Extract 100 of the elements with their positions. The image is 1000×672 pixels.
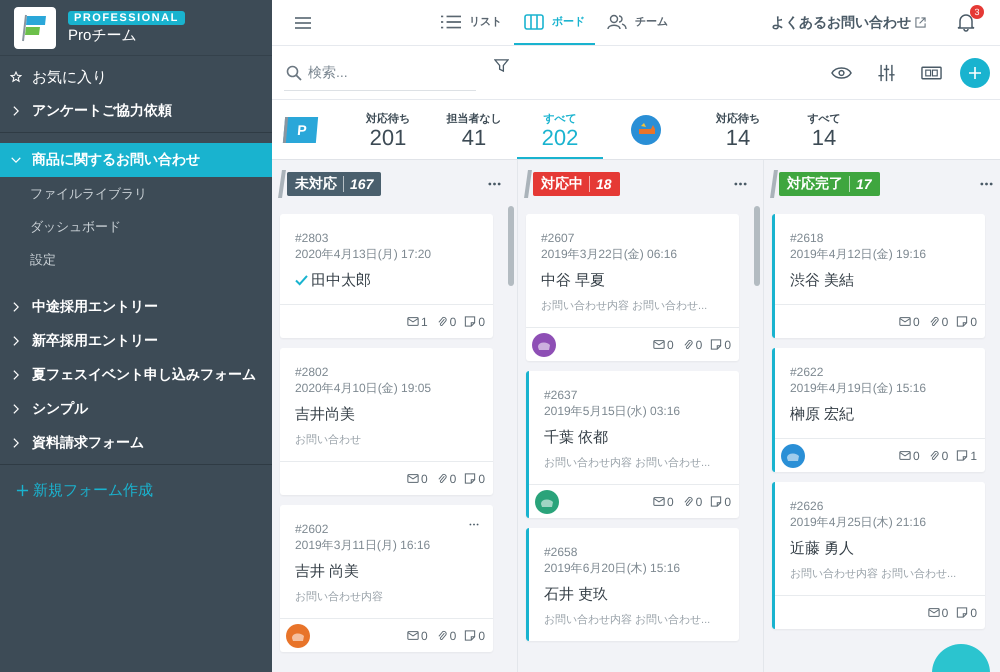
scrollbar-thumb[interactable] [508, 206, 514, 286]
external-link-icon [915, 17, 926, 28]
nav-tab[interactable]: リスト [431, 0, 512, 45]
attachment-count: 0 [942, 314, 948, 328]
sidebar-subitem[interactable]: ダッシュボード [0, 210, 272, 243]
mail-count: 0 [912, 314, 920, 328]
sidebar-subitem[interactable]: ファイルライブラリ [0, 177, 272, 210]
stat-tab[interactable]: すべて 14 [781, 100, 867, 159]
message-preview: お問い合わせ内容 お問い合わせ... [541, 298, 708, 313]
ticket-date: 2019年3月22日(金) 06:16 [541, 246, 678, 262]
attachment-count: 0 [696, 494, 702, 508]
nav-tab[interactable]: チーム [597, 0, 678, 45]
plus-icon [16, 484, 29, 497]
attachment-count: 0 [450, 314, 456, 328]
customer-name: 田中太郎 [311, 271, 371, 290]
ticket-card[interactable]: #2602 2019年3月11日(月) 16:16 吉井 尚美 お問い合わせ内容 0 0 0 [280, 505, 493, 652]
plus-icon [968, 66, 982, 80]
mail-count: 0 [666, 494, 674, 508]
faq-link[interactable]: よくあるお問い合わせ [771, 14, 926, 32]
star-icon [10, 71, 22, 83]
note-count: 0 [724, 338, 731, 352]
tag-pole [524, 170, 532, 198]
sidebar-item[interactable]: アンケートご協力依頼 [0, 94, 272, 128]
ticket-number: #2658 [544, 544, 578, 560]
tag-pole [770, 170, 778, 198]
ticket-number: #2802 [295, 364, 328, 380]
customer-name: 吉井尚美 [295, 405, 355, 424]
ticket-card[interactable]: #2802 2020年4月10日(金) 19:05 吉井尚美 お問い合わせ 0 0 0 [280, 348, 493, 495]
note-count: 0 [724, 494, 731, 508]
mail-icon [406, 630, 419, 641]
ticket-date: 2019年6月20日(木) 15:16 [544, 560, 680, 576]
mail-count: 1 [420, 314, 428, 328]
message-preview: お問い合わせ内容 お問い合わせ... [544, 456, 712, 470]
card-view-icon[interactable] [921, 64, 942, 82]
filter-icon[interactable] [494, 58, 509, 73]
ticket-card[interactable]: #2626 2019年4月25日(木) 21:16 近藤 勇人 お問い合わせ内容 お問い合わせ... 0 0 [772, 482, 985, 629]
paperclip-icon [682, 496, 694, 507]
mail-icon [898, 450, 911, 461]
attachment-count: 0 [696, 338, 702, 352]
columns-icon [524, 14, 544, 30]
more-icon[interactable] [469, 523, 479, 526]
ticket-date: 2019年4月12日(金) 19:16 [790, 246, 926, 262]
note-icon [956, 450, 968, 461]
sidebar-item[interactable]: お気に入り [0, 60, 272, 94]
team-flag-icon: P [282, 116, 318, 142]
stat-tab[interactable]: 担当者なし 41 [431, 100, 517, 159]
mail-count: 0 [666, 338, 674, 352]
note-count: 0 [478, 628, 485, 642]
sidebar-item[interactable]: 新卒採用エントリー [0, 324, 272, 358]
note-icon [464, 316, 476, 327]
status-tag: 未対応 167 [287, 172, 382, 196]
more-icon[interactable] [980, 182, 993, 186]
stat-tab[interactable]: 対応待ち 14 [695, 100, 781, 159]
list-icon [441, 14, 461, 30]
note-icon [710, 496, 722, 507]
note-icon [710, 339, 722, 350]
mail-icon [928, 607, 940, 618]
mail-count: 0 [420, 628, 428, 642]
ticket-card[interactable]: #2618 2019年4月12日(金) 19:16 渋谷 美結 0 0 0 [772, 214, 985, 338]
note-icon [464, 473, 476, 484]
mail-icon [406, 473, 419, 484]
mail-icon [652, 339, 665, 350]
sidebar-item[interactable]: 夏フェスイベント申し込みフォーム [0, 358, 272, 392]
flag-logo-icon [14, 6, 56, 48]
mail-count: 0 [912, 448, 920, 462]
scrollbar-thumb[interactable] [754, 206, 760, 286]
ticket-card[interactable]: #2607 2019年3月22日(金) 06:16 中谷 早夏 お問い合わせ内容 お問い合わせ... 0 0 0 [526, 214, 739, 361]
more-icon[interactable] [734, 182, 747, 186]
paperclip-icon [436, 473, 448, 484]
mail-count: 0 [420, 472, 428, 486]
bell-icon[interactable] [956, 12, 976, 32]
customer-name: 渋谷 美結 [790, 271, 854, 290]
sidebar-item[interactable]: シンプル [0, 392, 272, 426]
paperclip-icon [436, 316, 448, 327]
ticket-number: #2602 [295, 521, 328, 537]
menu-icon[interactable] [295, 16, 311, 28]
ticket-number: #2618 [790, 230, 824, 246]
ticket-card[interactable]: #2637 2019年5月15日(水) 03:16 千葉 依都 お問い合わせ内容 お問い合わせ... 0 0 0 [526, 371, 739, 518]
sliders-icon[interactable] [876, 64, 897, 82]
ticket-card[interactable]: #2803 2020年4月13日(月) 17:20 田中太郎 1 0 0 [280, 214, 493, 338]
sidebar-item[interactable]: 資料請求フォーム [0, 426, 272, 460]
sidebar-subitem[interactable]: 設定 [0, 243, 272, 276]
ticket-number: #2626 [790, 498, 824, 514]
note-count: 0 [478, 472, 485, 486]
attachment-count: 0 [450, 472, 456, 486]
more-icon[interactable] [488, 182, 501, 186]
new-form-link[interactable]: 新規フォーム作成 [0, 471, 169, 510]
customer-name: 榊原 宏紀 [790, 405, 854, 424]
stat-tab[interactable]: 対応待ち 201 [345, 100, 431, 159]
message-preview: お問い合わせ [295, 433, 362, 447]
paperclip-icon [928, 316, 940, 327]
ticket-card[interactable]: #2658 2019年6月20日(木) 15:16 石井 吏玖 お問い合わせ内容 お問い合わせ... [526, 528, 739, 641]
sidebar-item[interactable]: 中途採用エントリー [0, 290, 272, 324]
search-field[interactable]: 検索... [284, 54, 476, 90]
message-preview: お問い合わせ内容 お問い合わせ... [544, 612, 712, 627]
customer-name: 近藤 勇人 [790, 539, 854, 558]
mail-count: 0 [942, 606, 948, 620]
ticket-date: 2020年4月10日(金) 19:05 [295, 380, 432, 396]
ticket-number: #2803 [295, 230, 328, 246]
ticket-card[interactable]: #2622 2019年4月19日(金) 15:16 榊原 宏紀 0 0 1 [772, 348, 985, 472]
